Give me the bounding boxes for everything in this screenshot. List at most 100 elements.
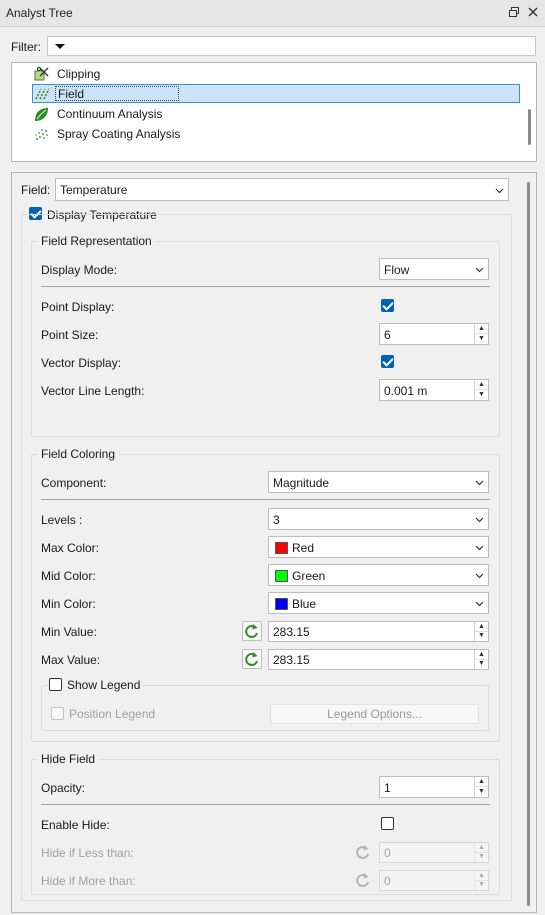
field-icon (35, 86, 50, 101)
point-size-spinner[interactable]: 6 ▲ ▼ (379, 323, 489, 345)
mid-color-value: Green (292, 569, 326, 583)
position-legend-checkbox[interactable] (51, 707, 64, 720)
filter-label: Filter: (11, 40, 41, 54)
levels-value: 3 (273, 513, 280, 527)
max-color-value: Red (292, 541, 315, 555)
display-mode-select[interactable]: Flow (379, 258, 489, 280)
chevron-down-icon (475, 541, 484, 551)
spin-down-icon[interactable]: ▼ (475, 659, 488, 669)
spin-down-icon[interactable]: ▼ (475, 631, 488, 641)
window-title: Analyst Tree (6, 6, 73, 20)
position-legend-label: Position Legend (69, 707, 156, 721)
point-display-checkbox[interactable] (381, 299, 394, 312)
min-value-spinner[interactable]: 283.15 ▲ ▼ (268, 621, 489, 642)
field-coloring-title: Field Coloring (38, 447, 119, 461)
separator (41, 499, 490, 500)
max-value-label: Max Value: (41, 653, 101, 667)
red-swatch (275, 542, 288, 554)
chevron-down-icon (475, 597, 484, 607)
less-than-value: 0 (384, 846, 391, 860)
spin-down-icon[interactable]: ▼ (475, 334, 488, 344)
levels-label: Levels : (41, 513, 83, 527)
field-representation-title: Field Representation (38, 234, 155, 248)
legend-options-button[interactable]: Legend Options... (270, 704, 479, 724)
show-legend-label: Show Legend (64, 678, 144, 692)
separator (41, 804, 490, 805)
refresh-icon (356, 873, 369, 887)
enable-hide-checkbox[interactable] (381, 817, 394, 830)
max-value-spinner[interactable]: 283.15 ▲ ▼ (268, 649, 489, 670)
opacity-label: Opacity: (41, 781, 86, 795)
component-label: Component: (41, 476, 107, 490)
max-value-value: 283.15 (273, 653, 310, 667)
spin-up-icon[interactable]: ▲ (475, 777, 488, 787)
point-size-value: 6 (384, 328, 391, 342)
display-mode-label: Display Mode: (41, 263, 118, 277)
field-label: Field: (21, 183, 51, 197)
max-color-select[interactable]: Red (268, 536, 489, 558)
continuum-icon (34, 107, 49, 122)
chevron-down-icon (475, 513, 484, 523)
field-select-value: Temperature (60, 183, 128, 197)
show-legend-checkbox[interactable] (49, 678, 62, 691)
display-mode-value: Flow (384, 263, 410, 277)
spin-up-icon[interactable]: ▲ (475, 380, 488, 390)
max-color-label: Max Color: (41, 541, 100, 555)
opacity-value: 1 (384, 781, 391, 795)
more-than-spinner[interactable]: 0 ▲ ▼ (379, 870, 489, 891)
hide-field-title: Hide Field (38, 752, 99, 766)
min-value-label: Min Value: (41, 625, 97, 639)
filter-input[interactable] (47, 36, 536, 56)
clipping-icon (34, 67, 49, 82)
vector-display-checkbox[interactable] (381, 355, 394, 368)
spin-down-icon[interactable]: ▼ (475, 390, 488, 400)
mid-color-select[interactable]: Green (268, 564, 489, 586)
separator (41, 286, 490, 287)
tree-scrollbar[interactable] (528, 109, 531, 145)
chevron-down-icon (475, 569, 484, 579)
analyst-tree[interactable]: Clipping Field Continuum Analysis Spray … (11, 62, 537, 162)
vector-length-label: Vector Line Length: (41, 384, 145, 398)
refresh-icon (245, 624, 258, 638)
refresh-icon (245, 652, 258, 666)
green-swatch (275, 570, 288, 582)
spin-down-icon[interactable]: ▼ (475, 852, 488, 862)
panel-scrollbar[interactable] (527, 182, 530, 906)
min-color-label: Min Color: (41, 597, 96, 611)
enable-hide-label: Enable Hide: (41, 818, 110, 832)
close-icon[interactable] (526, 6, 540, 20)
restore-icon[interactable] (507, 6, 521, 20)
tree-item-label: Spray Coating Analysis (57, 127, 181, 141)
spin-down-icon[interactable]: ▼ (475, 880, 488, 890)
tree-item-field[interactable]: Field (32, 84, 520, 103)
hide-more-than-label: Hide if More than: (41, 874, 136, 888)
min-value-value: 283.15 (273, 625, 310, 639)
field-select[interactable]: Temperature (55, 178, 509, 201)
less-than-reset-button[interactable] (353, 842, 373, 862)
mid-color-label: Mid Color: (41, 569, 96, 583)
min-value-reset-button[interactable] (242, 621, 262, 641)
vector-display-label: Vector Display: (41, 356, 122, 370)
min-color-select[interactable]: Blue (268, 592, 489, 614)
blue-swatch (275, 598, 288, 610)
vector-length-spinner[interactable]: 0.001 m ▲ ▼ (379, 379, 489, 401)
point-size-label: Point Size: (41, 328, 99, 342)
chevron-down-icon (475, 476, 484, 486)
filter-dropdown-icon[interactable] (53, 38, 67, 57)
refresh-icon (356, 845, 369, 859)
component-select[interactable]: Magnitude (268, 471, 489, 493)
tree-item-label: Continuum Analysis (57, 107, 163, 121)
max-value-reset-button[interactable] (242, 649, 262, 669)
spin-up-icon[interactable]: ▲ (475, 324, 488, 334)
less-than-spinner[interactable]: 0 ▲ ▼ (379, 842, 489, 863)
hide-less-than-label: Hide if Less than: (41, 846, 134, 860)
min-color-value: Blue (292, 597, 317, 611)
tree-item-label: Clipping (57, 67, 101, 81)
focus-rectangle (55, 86, 179, 101)
levels-select[interactable]: 3 (268, 508, 489, 530)
opacity-spinner[interactable]: 1 ▲ ▼ (379, 776, 489, 798)
chevron-down-icon (495, 184, 504, 194)
spin-down-icon[interactable]: ▼ (475, 787, 488, 797)
more-than-value: 0 (384, 874, 391, 888)
more-than-reset-button[interactable] (353, 870, 373, 890)
